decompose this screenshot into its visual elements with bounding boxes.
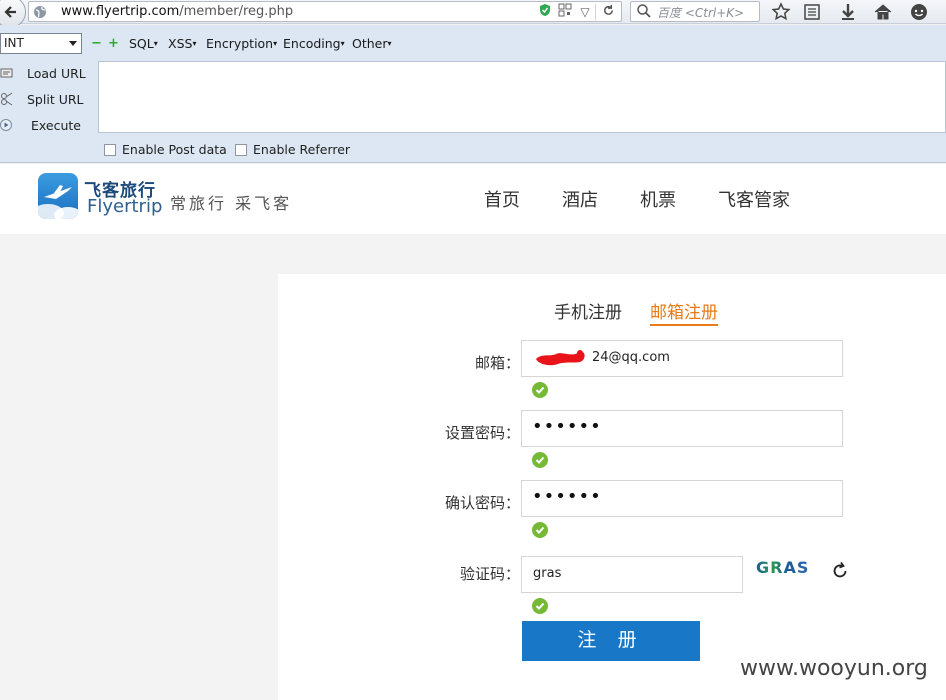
checkbox-box[interactable]: [104, 144, 116, 156]
nav-flights[interactable]: 机票: [640, 186, 676, 212]
globe-icon: [34, 6, 46, 18]
password-valid-check-icon: [532, 452, 548, 468]
search-box[interactable]: 百度 <Ctrl+K>: [630, 1, 760, 22]
email-field[interactable]: 24@qq.com: [521, 340, 843, 377]
refresh-captcha-icon[interactable]: [830, 561, 850, 581]
captcha-valid-check-icon: [532, 598, 548, 614]
enable-referrer-label: Enable Referrer: [253, 142, 351, 157]
logo-english: Flyertrip: [87, 196, 163, 217]
captcha-label: 验证码：: [459, 565, 520, 583]
enable-post-data-label: Enable Post data: [122, 142, 227, 157]
password-value: ••••••: [532, 416, 602, 437]
confirm-password-field[interactable]: ••••••: [521, 480, 843, 517]
download-icon[interactable]: [838, 2, 858, 22]
load-url-button[interactable]: Load URL: [0, 63, 98, 85]
split-url-button[interactable]: Split URL: [0, 89, 98, 111]
home-icon[interactable]: [873, 2, 893, 22]
nav-home[interactable]: 首页: [484, 186, 520, 212]
nav-butler[interactable]: 飞客管家: [718, 186, 790, 212]
execute-icon: [0, 119, 12, 131]
watermark: www.wooyun.org: [740, 656, 928, 681]
url-textarea[interactable]: [98, 61, 946, 133]
decrease-icon[interactable]: −: [91, 37, 102, 50]
execute-label: Execute: [31, 118, 81, 133]
increase-icon[interactable]: +: [108, 37, 119, 50]
shield-icon[interactable]: [535, 3, 555, 20]
tab-phone-register[interactable]: 手机注册: [554, 298, 622, 323]
airplane-logo-icon[interactable]: [38, 173, 78, 219]
load-url-label: Load URL: [27, 66, 86, 81]
int-select-value: INT: [4, 36, 24, 50]
email-label: 邮箱：: [474, 354, 520, 372]
qr-code-icon[interactable]: [555, 3, 575, 20]
register-button[interactable]: 注 册: [522, 621, 700, 661]
chat-icon[interactable]: [909, 2, 929, 22]
captcha-image[interactable]: GRAS: [756, 558, 809, 577]
site-header: 飞客旅行 Flyertrip 常旅行 采飞客 首页 酒店 机票 飞客管家: [0, 164, 946, 234]
confirm-password-value: ••••••: [532, 486, 602, 507]
search-placeholder: 百度 <Ctrl+K>: [657, 6, 745, 20]
password-label: 设置密码：: [444, 424, 520, 442]
bookmarks-list-icon[interactable]: [802, 2, 822, 22]
email-value: 24@qq.com: [592, 350, 670, 365]
menu-xss[interactable]: XSS▾: [168, 36, 196, 51]
nav-hotel[interactable]: 酒店: [562, 186, 598, 212]
select-arrow-icon: [69, 41, 77, 46]
redaction-mark: [536, 350, 585, 366]
menu-encoding[interactable]: Encoding▾: [283, 36, 345, 51]
back-arrow-icon: [4, 6, 16, 18]
register-panel: 手机注册 邮箱注册 邮箱： 24@qq.com 设置密码： •••••• 确认密…: [278, 274, 946, 700]
menu-sql[interactable]: SQL▾: [129, 36, 158, 51]
hackbar-panel: INT − + SQL▾ XSS▾ Encryption▾ Encoding▾ …: [0, 25, 946, 163]
password-field[interactable]: ••••••: [521, 410, 843, 447]
bookmark-star-icon[interactable]: [771, 2, 791, 22]
menu-other[interactable]: Other▾: [352, 36, 392, 51]
checkbox-box[interactable]: [235, 144, 247, 156]
captcha-field[interactable]: gras: [521, 556, 743, 593]
dropdown-arrow-icon[interactable]: ▽: [575, 5, 595, 19]
confirm-valid-check-icon: [532, 522, 548, 538]
captcha-value: gras: [533, 566, 562, 581]
browser-toolbar: www.flyertrip.com/member/reg.php ▽ 百度 <C…: [0, 0, 946, 28]
back-button[interactable]: [0, 0, 26, 28]
int-select[interactable]: INT: [0, 33, 82, 54]
split-url-label: Split URL: [27, 92, 84, 107]
slogan: 常旅行 采飞客: [170, 194, 293, 213]
confirm-password-label: 确认密码：: [444, 494, 520, 512]
address-bar[interactable]: www.flyertrip.com/member/reg.php ▽: [28, 1, 622, 22]
search-icon: [637, 4, 651, 18]
enable-post-data-checkbox[interactable]: Enable Post data: [104, 142, 227, 157]
enable-referrer-checkbox[interactable]: Enable Referrer: [235, 142, 350, 157]
menu-encryption[interactable]: Encryption▾: [206, 36, 277, 51]
split-url-icon: [1, 92, 13, 106]
tab-email-register[interactable]: 邮箱注册: [650, 298, 718, 326]
load-url-icon: [0, 68, 13, 78]
url-text: www.flyertrip.com/member/reg.php: [61, 4, 294, 19]
captcha-image-text: GRAS: [756, 558, 810, 577]
reload-icon[interactable]: [595, 3, 621, 20]
execute-button[interactable]: Execute: [0, 115, 98, 137]
email-valid-check-icon: [532, 382, 548, 398]
